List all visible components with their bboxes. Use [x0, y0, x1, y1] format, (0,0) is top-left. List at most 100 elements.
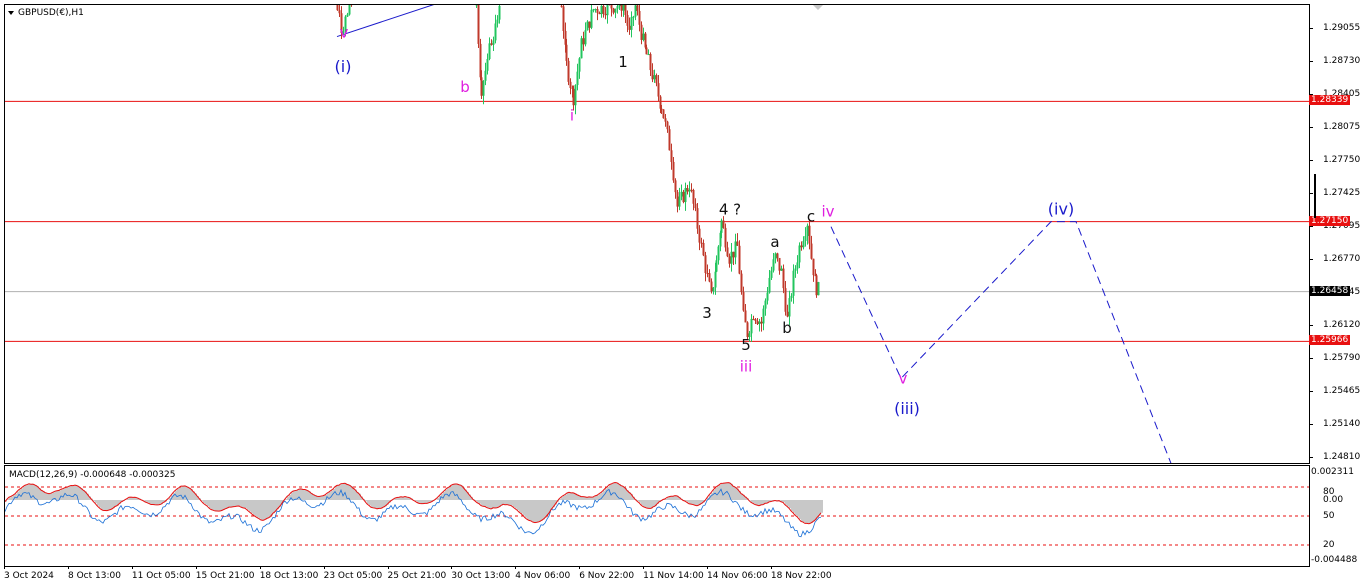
price-tick-mark [1309, 159, 1313, 161]
wave-label-13: iii [740, 357, 753, 375]
price-tick-label: 1.28730 [1323, 55, 1361, 66]
candle-body [806, 225, 809, 237]
candle-body [600, 5, 603, 15]
macd-histogram-bar [337, 485, 339, 500]
time-tick-label: 25 Oct 21:00 [387, 571, 447, 581]
macd-histogram-bar [323, 495, 325, 500]
macd-histogram-bar [373, 500, 375, 508]
macd-histogram-bar [755, 500, 757, 505]
candle [800, 241, 803, 251]
macd-histogram-bar [215, 500, 217, 511]
dropdown-triangle-icon[interactable] [8, 10, 14, 15]
time-tick-label: 8 Oct 13:00 [68, 571, 121, 581]
candle [742, 286, 745, 312]
candle [738, 240, 741, 275]
macd-histogram-bar [527, 500, 529, 520]
candle-body [752, 318, 755, 320]
price-chart-panel[interactable]: v (i) b i 1 2 4 ? civ a 3 b 5 iii v (iii) (iv) [4, 4, 1310, 464]
candle-body [632, 16, 635, 18]
candle-body [638, 10, 641, 25]
candle-body [706, 272, 709, 274]
macd-histogram-bar [347, 484, 349, 500]
price-tick-mark [1309, 324, 1313, 326]
macd-histogram-bar [733, 486, 735, 500]
candle [490, 39, 493, 46]
candle [498, 5, 501, 24]
macd-histogram-bar [649, 500, 651, 509]
macd-histogram-bar [813, 500, 815, 522]
time-axis[interactable]: 3 Oct 2024 8 Oct 13:00 11 Oct 05:00 15 Oct … [4, 566, 1308, 588]
time-tick-label: 4 Nov 06:00 [515, 571, 571, 581]
candle-body [640, 24, 643, 40]
candle [780, 265, 783, 271]
candle [778, 257, 781, 275]
candle-body [758, 321, 761, 325]
macd-histogram-bar [821, 500, 823, 513]
candle [475, 5, 478, 8]
elliott-projection-path [830, 221, 1172, 463]
candle [626, 10, 629, 33]
macd-histogram-bar [645, 500, 647, 508]
macd-histogram-bar [797, 500, 799, 517]
candle-body [764, 300, 767, 309]
price-tick-label: 1.28075 [1323, 122, 1361, 133]
time-tick-mark [323, 566, 325, 569]
candle [724, 223, 727, 252]
macd-histogram-bar [509, 500, 511, 506]
candle [802, 236, 805, 250]
mt4-chart-window: v (i) b i 1 2 4 ? civ a 3 b 5 iii v (iii) (iv) GBPUSD(€… [0, 0, 1366, 588]
wave-label-5: 2 [632, 5, 642, 6]
macd-histogram-bar [723, 483, 725, 500]
candle [482, 80, 485, 105]
candle-body [762, 308, 765, 324]
candle-body [817, 282, 820, 296]
candle [670, 143, 673, 170]
macd-histogram-bar [803, 500, 805, 523]
scale-scroll-marker[interactable] [1314, 174, 1316, 218]
candle-body [645, 47, 648, 55]
macd-histogram-bar [343, 483, 345, 500]
macd-histogram-bar [157, 500, 159, 505]
macd-histogram-bar [753, 500, 755, 504]
price-scale[interactable]: 1.29055 1.28730 1.28405 1.28075 1.27750 1.274… [1309, 4, 1366, 463]
macd-histogram-bar [95, 500, 97, 504]
candle [674, 178, 677, 199]
candle [348, 5, 351, 16]
macd-histogram-bar [647, 500, 649, 509]
macd-panel[interactable] [4, 465, 1310, 567]
macd-histogram-bar [785, 500, 787, 505]
candle-body [660, 108, 663, 110]
macd-histogram-bar [693, 500, 695, 505]
candle-body [651, 70, 654, 80]
macd-histogram-bar [671, 496, 673, 500]
macd-tick-label: 0.002311 [1311, 467, 1354, 477]
macd-histogram-bar [421, 500, 423, 504]
candle-body [594, 9, 597, 11]
candle-body [666, 121, 669, 130]
candle-body [778, 257, 781, 271]
candle-body [582, 38, 585, 45]
macd-histogram-bar [153, 500, 155, 505]
candle [657, 74, 660, 102]
candle-body [610, 5, 613, 9]
macd-histogram-bar [35, 485, 37, 500]
price-tick-mark [1309, 27, 1313, 29]
price-tick-label: 1.25140 [1323, 418, 1361, 429]
candle-body [702, 243, 705, 256]
candle-body [672, 161, 675, 181]
candle-body [812, 258, 815, 276]
candle [346, 12, 349, 18]
macd-histogram-bar [713, 490, 715, 500]
candle-body [790, 295, 793, 299]
candle-body [730, 251, 733, 264]
macd-scale[interactable]: 0.002311 80 0.00 50 20 -0.004488 [1309, 465, 1366, 566]
candle-body [664, 118, 667, 122]
macd-histogram-bar [593, 497, 595, 500]
candle-body [592, 9, 595, 11]
macd-histogram-bar [533, 500, 535, 523]
level-price-badge: 1.28339 [1309, 95, 1351, 106]
candle [582, 31, 585, 51]
time-tick-label: 6 Nov 22:00 [579, 571, 635, 581]
candle-body [578, 58, 581, 72]
candle-body [562, 6, 565, 31]
